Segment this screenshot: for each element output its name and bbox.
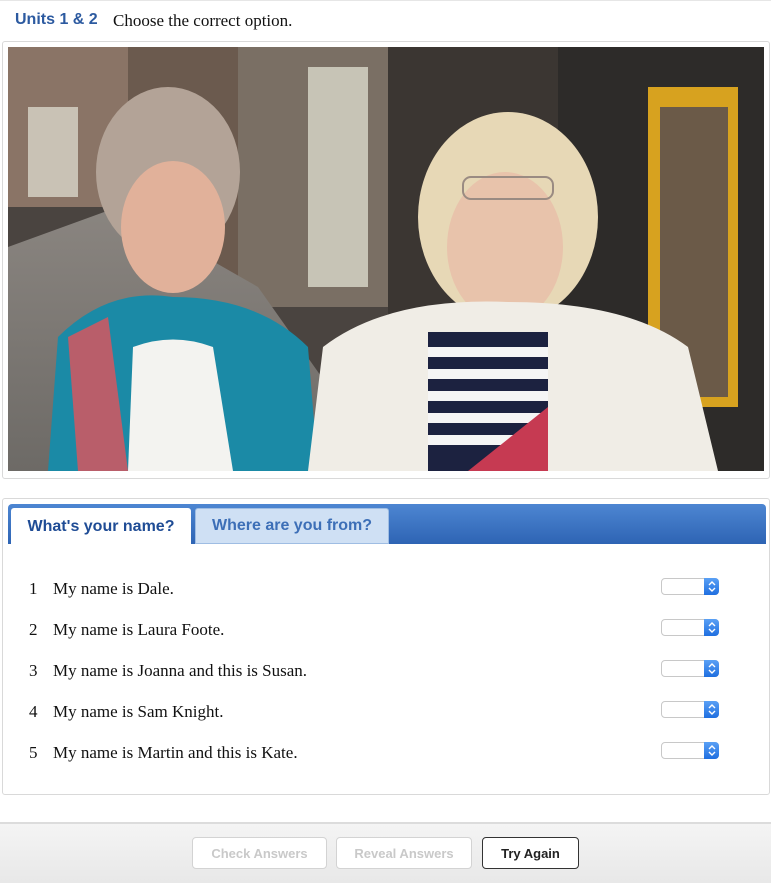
question-row: 4 My name is Sam Knight. [3,698,769,728]
question-number: 4 [29,702,38,721]
photo-illustration [8,47,764,471]
activity-header: Units 1 & 2 Choose the correct option. [0,0,771,41]
instruction-text: Choose the correct option. [113,11,293,30]
answer-select[interactable] [661,578,719,595]
unit-label: Units 1 & 2 [15,11,98,28]
question-text: My name is Laura Foote. [53,620,225,639]
select-arrows-icon [704,578,719,595]
answer-select[interactable] [661,701,719,718]
answer-select[interactable] [661,660,719,677]
select-arrows-icon [704,660,719,677]
tab-whats-your-name[interactable]: What's your name? [11,508,191,545]
select-arrows-icon [704,619,719,636]
question-number: 5 [29,743,38,762]
question-text: My name is Martin and this is Kate. [53,743,298,762]
try-again-button[interactable]: Try Again [482,837,579,869]
question-number: 1 [29,579,38,598]
select-arrows-icon [704,742,719,759]
question-row: 3 My name is Joanna and this is Susan. [3,657,769,687]
tab-bar: What's your name? Where are you from? [8,504,766,545]
tab-where-are-you-from[interactable]: Where are you from? [195,508,389,544]
question-row: 1 My name is Dale. [3,575,769,605]
check-answers-button[interactable]: Check Answers [192,837,327,869]
question-row: 2 My name is Laura Foote. [3,616,769,646]
exercise-panel: What's your name? Where are you from? 1 … [2,498,770,795]
question-text: My name is Joanna and this is Susan. [53,661,308,680]
action-bar: Check Answers Reveal Answers Try Again [0,822,771,883]
video-frame [2,41,770,479]
street-photo [8,47,764,471]
answer-select[interactable] [661,619,719,636]
answer-select[interactable] [661,742,719,759]
select-arrows-icon [704,701,719,718]
question-text: My name is Sam Knight. [53,702,224,721]
reveal-answers-button[interactable]: Reveal Answers [336,837,472,869]
question-number: 2 [29,620,38,639]
question-number: 3 [29,661,38,680]
question-row: 5 My name is Martin and this is Kate. [3,739,769,769]
question-text: My name is Dale. [53,579,174,598]
